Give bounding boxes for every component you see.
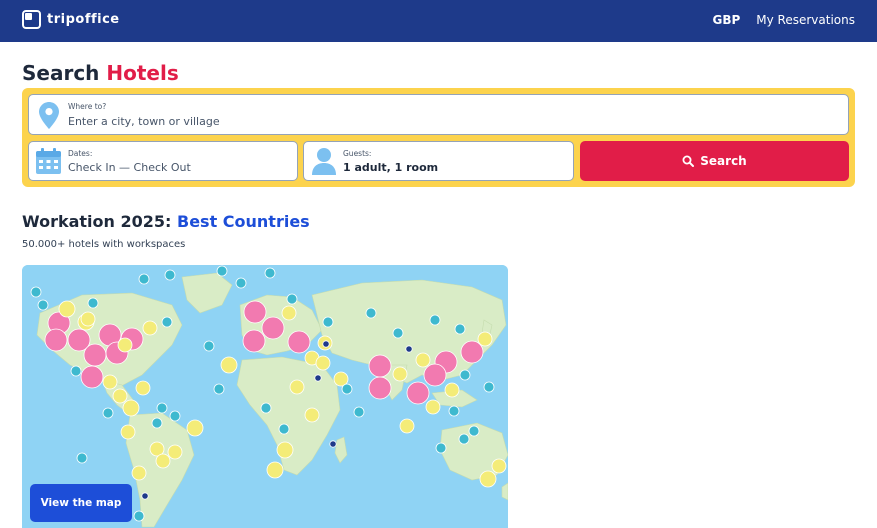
view-map-button[interactable]: View the map: [30, 484, 132, 522]
section-title-prefix: Workation 2025:: [22, 212, 172, 231]
destination-input[interactable]: Enter a city, town or village: [68, 115, 220, 128]
search-form: Where to? Enter a city, town or village …: [22, 88, 855, 187]
guests-value[interactable]: 1 adult, 1 room: [343, 161, 438, 174]
world-map[interactable]: View the map: [22, 265, 508, 528]
section-title: Workation 2025: Best Countries: [22, 212, 310, 231]
user-icon: [312, 148, 336, 175]
section-title-accent: Best Countries: [177, 212, 310, 231]
page-title-prefix: Search: [22, 61, 100, 85]
currency-selector[interactable]: GBP: [712, 13, 740, 27]
page-title: Search Hotels: [22, 61, 179, 85]
destination-field[interactable]: Where to? Enter a city, town or village: [28, 94, 849, 135]
guests-label: Guests:: [343, 149, 372, 158]
my-reservations-link[interactable]: My Reservations: [756, 13, 855, 27]
location-pin-icon: [39, 102, 59, 129]
calendar-icon: [36, 148, 61, 174]
section-subtitle: 50.000+ hotels with workspaces: [22, 239, 186, 250]
nav-right: GBP My Reservations: [712, 13, 855, 27]
dates-value[interactable]: Check In — Check Out: [68, 161, 191, 174]
search-button-label: Search: [700, 154, 747, 168]
dates-field[interactable]: Dates: Check In — Check Out: [28, 141, 298, 181]
page-title-accent: Hotels: [106, 61, 179, 85]
dates-label: Dates:: [68, 149, 93, 158]
logo-icon: [22, 10, 41, 29]
guests-field[interactable]: Guests: 1 adult, 1 room: [303, 141, 574, 181]
logo[interactable]: tripoffice: [22, 10, 120, 29]
destination-label: Where to?: [68, 102, 107, 111]
top-nav-bar: tripoffice GBP My Reservations: [0, 0, 877, 42]
logo-text: tripoffice: [47, 12, 120, 27]
search-button[interactable]: Search: [580, 141, 849, 181]
search-icon: [682, 155, 695, 167]
